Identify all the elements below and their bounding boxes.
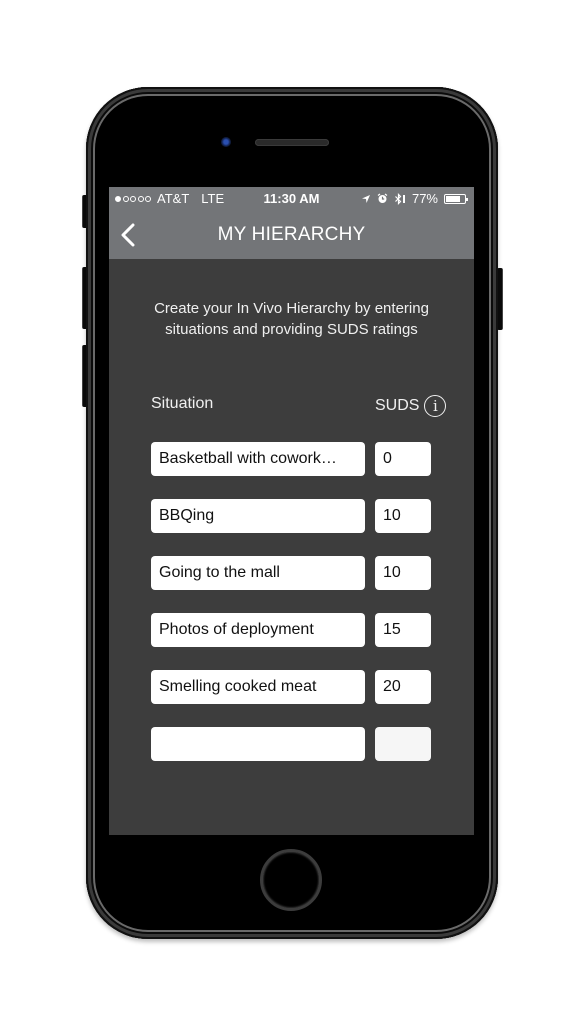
- hierarchy-row: Photos of deployment 15: [151, 613, 431, 647]
- situation-input[interactable]: Basketball with cowork…: [151, 442, 365, 476]
- suds-input[interactable]: 20: [375, 670, 431, 704]
- new-hierarchy-row: [151, 727, 431, 761]
- info-icon[interactable]: i: [424, 395, 447, 417]
- new-suds-input[interactable]: [375, 727, 431, 761]
- earpiece-speaker: [255, 139, 329, 146]
- situation-input[interactable]: Going to the mall: [151, 556, 365, 590]
- suds-input[interactable]: 10: [375, 556, 431, 590]
- page-title: MY HIERARCHY: [217, 224, 366, 245]
- navigation-bar: MY HIERARCHY: [109, 211, 474, 259]
- alarm-icon: [377, 193, 388, 203]
- bluetooth-icon: [395, 192, 405, 205]
- battery-percent: 77%: [411, 191, 438, 206]
- hierarchy-row: Smelling cooked meat 20: [151, 670, 431, 704]
- front-camera: [221, 137, 231, 147]
- location-arrow-icon: [361, 194, 370, 203]
- instructions-text: Create your In Vivo Hierarchy by enterin…: [154, 300, 429, 338]
- suds-input[interactable]: 10: [375, 499, 431, 533]
- suds-input[interactable]: 15: [375, 613, 431, 647]
- app-screen: AT&T LTE 11:30 AM 77% MY HIERARCHY Creat…: [109, 187, 474, 835]
- battery-icon: [444, 193, 468, 204]
- new-situation-input[interactable]: [151, 727, 365, 761]
- battery-level: [446, 195, 460, 202]
- situation-column-header: Situation: [151, 395, 214, 412]
- suds-column-header: SUDS i: [375, 395, 447, 417]
- situation-input[interactable]: Smelling cooked meat: [151, 670, 365, 704]
- hierarchy-row: BBQing 10: [151, 499, 431, 533]
- situation-input[interactable]: BBQing: [151, 499, 365, 533]
- hierarchy-row: Going to the mall 10: [151, 556, 431, 590]
- suds-header-label: SUDS: [375, 397, 420, 414]
- hierarchy-row: Basketball with cowork… 0: [151, 442, 431, 476]
- suds-input[interactable]: 0: [375, 442, 431, 476]
- situation-input[interactable]: Photos of deployment: [151, 613, 365, 647]
- home-button[interactable]: [260, 849, 322, 911]
- status-bar: AT&T LTE 11:30 AM 77%: [109, 187, 474, 211]
